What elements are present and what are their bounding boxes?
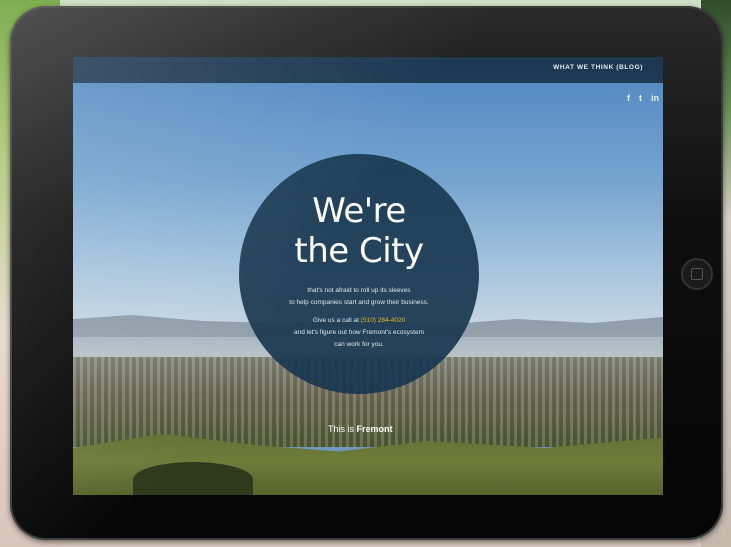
body-line-1: that's not afraid to roll up its sleeves — [307, 287, 411, 294]
hero-headline: We're the City — [239, 191, 479, 271]
cta-line-2: and let's figure out how Fremont's ecosy… — [293, 329, 424, 336]
brand-city: Fremont — [356, 424, 393, 434]
headline-line-1: We're — [312, 191, 406, 231]
facebook-icon[interactable]: f — [627, 93, 630, 103]
hero-copy: that's not afraid to roll up its sleeves… — [239, 285, 479, 351]
cta-line-1: Give us a call at (510) 284-4020 — [239, 315, 479, 327]
tree-cluster — [133, 462, 253, 495]
cta-prefix: Give us a call at — [312, 317, 359, 324]
cta-line-3: can work for you. — [334, 341, 384, 348]
headline-line-2: the City — [294, 231, 424, 271]
social-icons: f t in — [627, 93, 659, 103]
twitter-icon[interactable]: t — [639, 93, 642, 103]
hero-circle: We're the City that's not afraid to roll… — [239, 154, 479, 394]
top-nav-bar: WHAT WE THINK (BLOG) — [73, 57, 663, 83]
linkedin-icon[interactable]: in — [651, 93, 659, 103]
brand-tagline: This is Fremont — [328, 424, 393, 434]
blog-nav-link[interactable]: WHAT WE THINK (BLOG) — [553, 64, 643, 71]
home-button[interactable] — [681, 258, 713, 290]
brand-prefix: This is — [328, 424, 355, 434]
tablet-screen: WHAT WE THINK (BLOG) f t in We're the Ci… — [73, 57, 663, 495]
phone-link[interactable]: (510) 284-4020 — [361, 317, 405, 324]
body-line-2: to help companies start and grow their b… — [289, 299, 429, 306]
